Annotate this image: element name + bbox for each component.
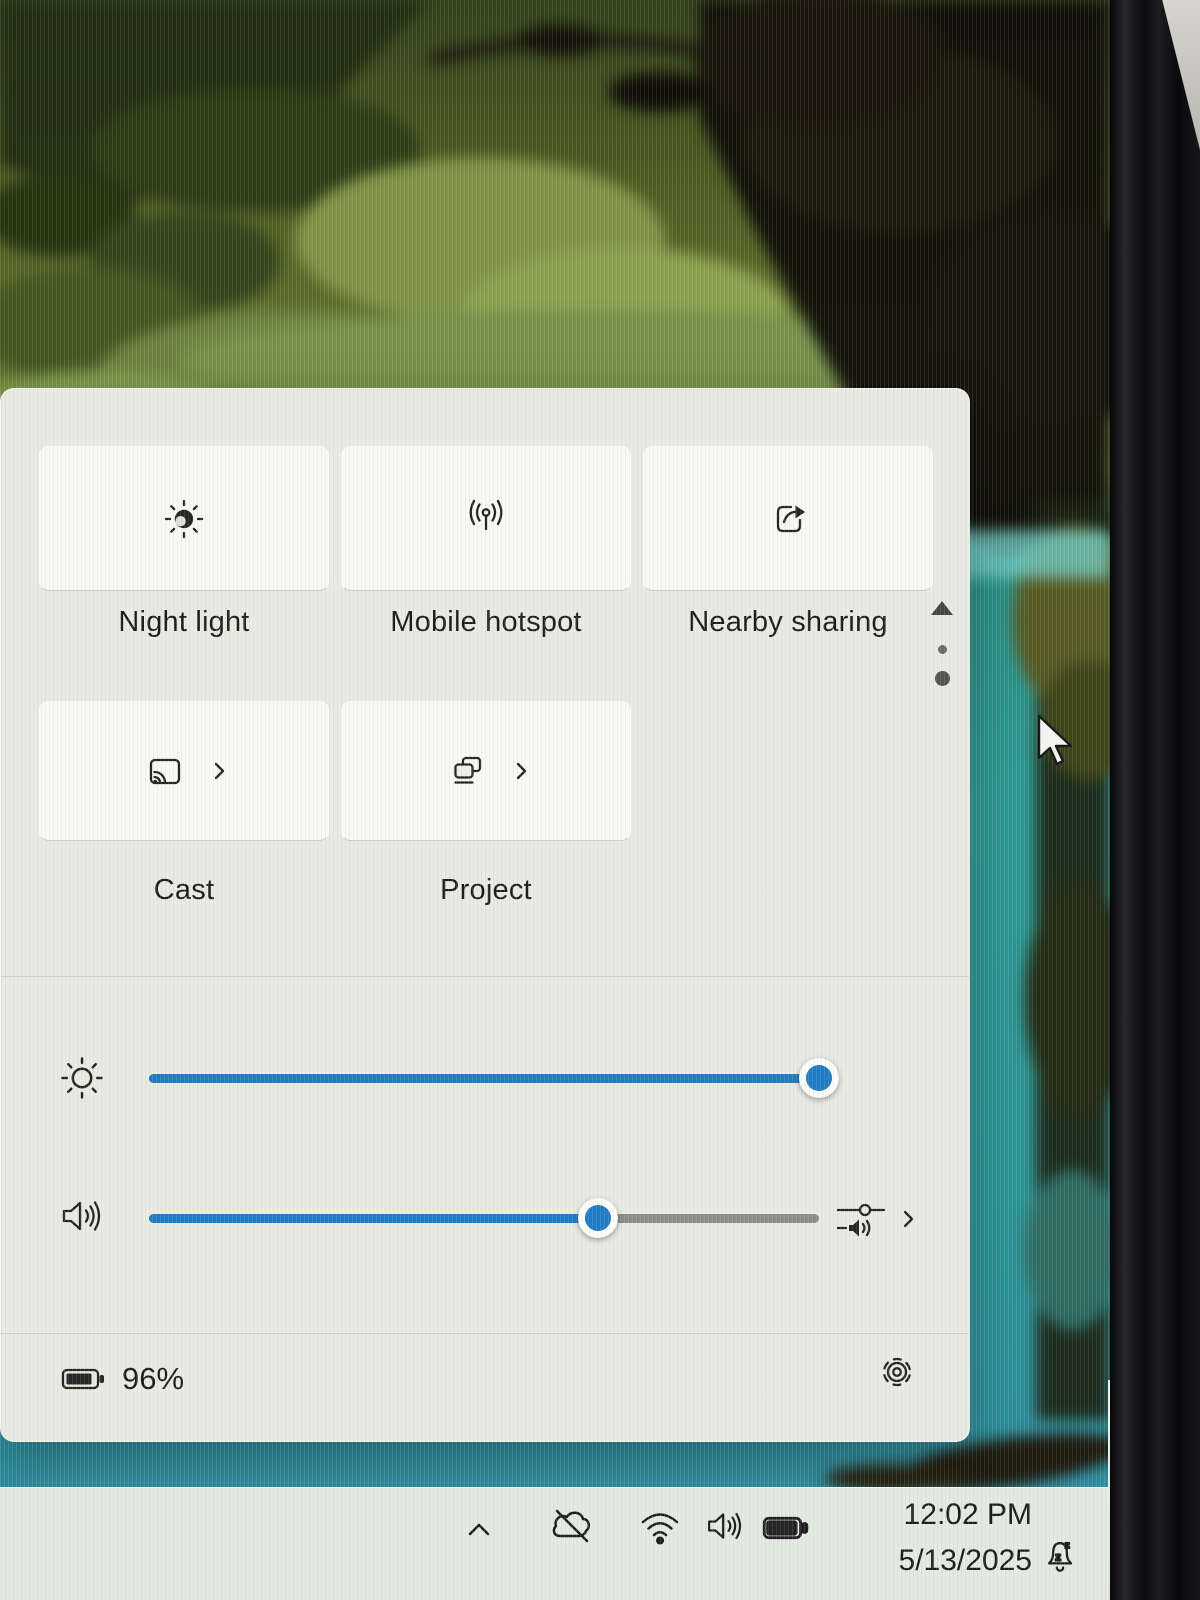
battery-icon	[61, 1365, 107, 1393]
tile-label-cast: Cast	[39, 874, 329, 907]
tile-mobile-hotspot[interactable]	[341, 446, 631, 591]
speaker-icon	[702, 1504, 748, 1548]
wifi-tray-button[interactable]	[636, 1506, 684, 1551]
volume-fill	[149, 1214, 598, 1223]
tile-project[interactable]	[341, 701, 631, 841]
project-icon	[443, 747, 491, 795]
brightness-icon	[56, 1052, 108, 1104]
tray-overflow-button[interactable]	[462, 1518, 496, 1547]
notification-bell-button[interactable]: z z	[1038, 1534, 1082, 1583]
tile-label-project: Project	[341, 874, 631, 907]
volume-row	[56, 1189, 916, 1249]
settings-button[interactable]	[870, 1345, 924, 1399]
tile-label-nearby-sharing: Nearby sharing	[643, 606, 933, 639]
svg-text:z: z	[1065, 1540, 1070, 1550]
clock-date: 5/13/2025	[860, 1538, 1032, 1584]
volume-tray-button[interactable]	[702, 1504, 748, 1553]
audio-output-button[interactable]	[832, 1195, 916, 1243]
onedrive-cloud-slash-icon	[548, 1506, 596, 1546]
clock-time: 12:02 PM	[860, 1492, 1032, 1538]
audio-output-icon	[832, 1195, 892, 1243]
page-dot-2-current	[935, 671, 950, 686]
battery-percent-label: 96%	[122, 1361, 184, 1397]
tile-nearby-sharing[interactable]	[643, 446, 933, 591]
mobile-hotspot-icon	[462, 495, 510, 543]
cast-icon	[141, 747, 189, 795]
quick-settings-panel: Night light Mobile hotspot Nearby sharin…	[0, 388, 970, 1442]
brightness-fill	[149, 1074, 819, 1083]
gear-icon	[873, 1348, 921, 1396]
footer-divider	[1, 1333, 969, 1334]
tile-label-night-light: Night light	[39, 606, 329, 639]
chevron-up-icon	[462, 1518, 496, 1542]
nearby-sharing-icon	[764, 495, 812, 543]
battery-status-button[interactable]: 96%	[61, 1361, 184, 1397]
tile-label-mobile-hotspot: Mobile hotspot	[341, 606, 631, 639]
tile-cast[interactable]	[39, 701, 329, 841]
page-dot-1	[938, 645, 947, 654]
volume-thumb[interactable]	[578, 1198, 618, 1238]
battery-icon	[762, 1514, 812, 1542]
page-indicator	[929, 601, 955, 686]
monitor-bezel	[1110, 0, 1200, 1600]
section-divider	[1, 976, 969, 977]
brightness-thumb[interactable]	[799, 1058, 839, 1098]
clock[interactable]: 12:02 PM 5/13/2025	[860, 1492, 1032, 1584]
wifi-icon	[636, 1506, 684, 1546]
volume-slider[interactable]	[149, 1214, 819, 1223]
tile-night-light[interactable]	[39, 446, 329, 591]
desktop-screen: Night light Mobile hotspot Nearby sharin…	[0, 0, 1110, 1600]
chevron-right-icon	[515, 761, 529, 781]
chevron-right-icon	[213, 761, 227, 781]
photographed-monitor: Night light Mobile hotspot Nearby sharin…	[0, 0, 1200, 1600]
page-up-button[interactable]	[931, 601, 953, 615]
volume-icon	[56, 1192, 108, 1240]
onedrive-tray-button[interactable]	[548, 1506, 596, 1551]
night-light-icon	[160, 495, 208, 543]
svg-text:z: z	[1055, 1552, 1061, 1564]
bell-do-not-disturb-icon: z z	[1038, 1534, 1082, 1578]
brightness-row	[56, 1049, 916, 1109]
brightness-slider[interactable]	[149, 1074, 819, 1083]
battery-tray-button[interactable]	[762, 1514, 812, 1547]
chevron-right-icon	[902, 1208, 916, 1230]
